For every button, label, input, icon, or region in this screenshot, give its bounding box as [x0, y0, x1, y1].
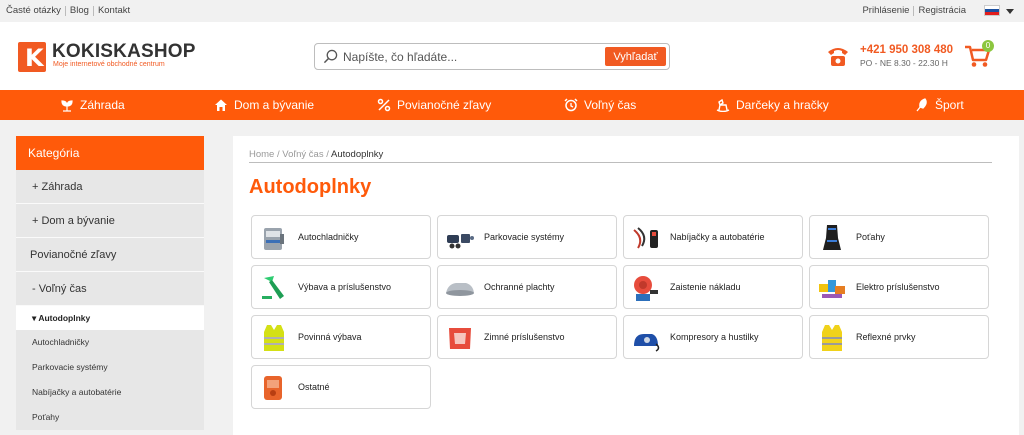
contact-link[interactable]: Kontakt — [94, 6, 134, 16]
sidebar-item-dom-a-byvanie[interactable]: + Dom a bývanie — [16, 204, 204, 238]
alarm-clock-icon — [564, 98, 578, 112]
jumper-cables-icon — [633, 227, 658, 249]
cargo-strap-icon — [634, 276, 658, 301]
category-tile-ostatne[interactable]: Ostatné — [251, 365, 431, 409]
category-tile-reflexne-prvky[interactable]: Reflexné prvky — [809, 315, 989, 359]
search-icon — [323, 49, 338, 64]
category-tile-potahy[interactable]: Poťahy — [809, 215, 989, 259]
register-link[interactable]: Registrácia — [914, 6, 970, 16]
page-title: Autodoplnky — [249, 176, 372, 198]
sidebar-item-povianocne-zlavy[interactable]: Povianočné zľavy — [16, 238, 204, 272]
logo-icon[interactable]: K — [18, 42, 46, 72]
nav-volny-cas[interactable]: Voľný čas — [564, 90, 636, 120]
breadcrumb: Home / Voľný čas / Autodoplnky — [249, 149, 384, 160]
cart-count-badge: 0 — [982, 40, 994, 52]
login-link[interactable]: Prihlásenie — [858, 6, 915, 16]
category-tile-autochladnicky[interactable]: Autochladničky — [251, 215, 431, 259]
category-tile-nabijacky[interactable]: Nabíjačky a autobatérie — [623, 215, 803, 259]
logo-name[interactable]: KOKISKASHOP — [52, 41, 196, 63]
plant-icon — [61, 100, 73, 112]
breadcrumb-volny-cas[interactable]: Voľný čas — [282, 149, 323, 160]
sidebar-item-volny-cas[interactable]: - Voľný čas — [16, 272, 204, 306]
safety-vest-icon — [264, 325, 284, 351]
sidebar-title: Kategória — [16, 136, 204, 170]
search-button[interactable]: Vyhľadať — [605, 47, 666, 66]
category-tile-elektro[interactable]: Elektro príslušenstvo — [809, 265, 989, 309]
windshield-cover-icon — [449, 328, 471, 349]
header: K KOKISKASHOP Moje internetové obchodné … — [0, 22, 1024, 90]
category-tile-zimne-prislusenstvo[interactable]: Zimné príslušenstvo — [437, 315, 617, 359]
nav-zahrada[interactable]: Záhrada — [60, 90, 125, 120]
car-cover-icon — [446, 283, 474, 296]
sport-icon — [916, 98, 927, 112]
ice-scraper-icon — [262, 276, 284, 299]
blog-link[interactable]: Blog — [66, 6, 94, 16]
category-tile-povinna-vybava[interactable]: Povinná výbava — [251, 315, 431, 359]
air-compressor-icon — [634, 334, 660, 352]
faq-link[interactable]: Časté otázky — [6, 6, 66, 16]
search-input[interactable] — [343, 47, 603, 66]
electro-accessories-icon — [819, 280, 845, 298]
logo-tagline: Moje internetové obchodné centrum — [53, 61, 165, 68]
top-links: Časté otázky Blog Kontakt — [6, 6, 134, 16]
category-sidebar: Kategória + Záhrada + Dom a bývanie Povi… — [16, 136, 204, 435]
nav-darceky-a-hracky[interactable]: Darčeky a hračky — [716, 90, 829, 120]
phone-number[interactable]: +421 950 308 480 — [860, 44, 953, 56]
nav-sport[interactable]: Šport — [915, 90, 964, 120]
seat-cover-icon — [823, 225, 841, 250]
other-accessories-icon — [264, 376, 282, 400]
account-links: Prihlásenie Registrácia — [858, 6, 970, 16]
slovak-flag-icon[interactable] — [984, 5, 1000, 16]
car-fridge-icon — [264, 228, 284, 250]
sidebar-subitem-parkovacie-systemy[interactable]: Parkovacie systémy — [16, 355, 204, 380]
search-box: Vyhľadať — [314, 43, 670, 70]
sidebar-item-zahrada[interactable]: + Záhrada — [16, 170, 204, 204]
language-dropdown-icon[interactable] — [1006, 9, 1014, 14]
top-bar: Časté otázky Blog Kontakt Prihlásenie Re… — [0, 0, 1024, 22]
category-tile-vybava[interactable]: Výbava a príslušenstvo — [251, 265, 431, 309]
rocking-horse-icon — [716, 98, 730, 112]
nav-dom-a-byvanie[interactable]: Dom a bývanie — [214, 90, 314, 120]
breadcrumb-divider — [249, 162, 992, 163]
nav-povianocne-zlavy[interactable]: Povianočné zľavy — [377, 90, 491, 120]
main-nav: Záhrada Dom a bývanie Povianočné zľavy V… — [0, 90, 1024, 120]
parking-sensor-icon — [447, 234, 474, 249]
sidebar-subitem-nabijacky[interactable]: Nabíjačky a autobatérie — [16, 380, 204, 405]
sidebar-subitem-potahy[interactable]: Poťahy — [16, 405, 204, 430]
breadcrumb-home[interactable]: Home — [249, 149, 274, 160]
category-tile-zaistenie-nakladu[interactable]: Zaistenie nákladu — [623, 265, 803, 309]
category-tile-ochranne-plachty[interactable]: Ochranné plachty — [437, 265, 617, 309]
main-content: Home / Voľný čas / Autodoplnky Autodopln… — [233, 136, 1019, 435]
phone-icon — [828, 48, 848, 66]
percent-icon — [377, 98, 391, 112]
category-tile-kompresory[interactable]: Kompresory a hustilky — [623, 315, 803, 359]
reflective-vest-icon — [822, 325, 842, 351]
breadcrumb-current: Autodoplnky — [331, 149, 384, 160]
sidebar-item-autodoplnky[interactable]: ▾ Autodoplnky — [16, 306, 204, 330]
opening-hours: PO - NE 8.30 - 22.30 H — [860, 58, 948, 68]
home-icon — [215, 99, 227, 111]
category-tile-parkovacie-systemy[interactable]: Parkovacie systémy — [437, 215, 617, 259]
sidebar-subitem-autochladnicky[interactable]: Autochladničky — [16, 330, 204, 355]
